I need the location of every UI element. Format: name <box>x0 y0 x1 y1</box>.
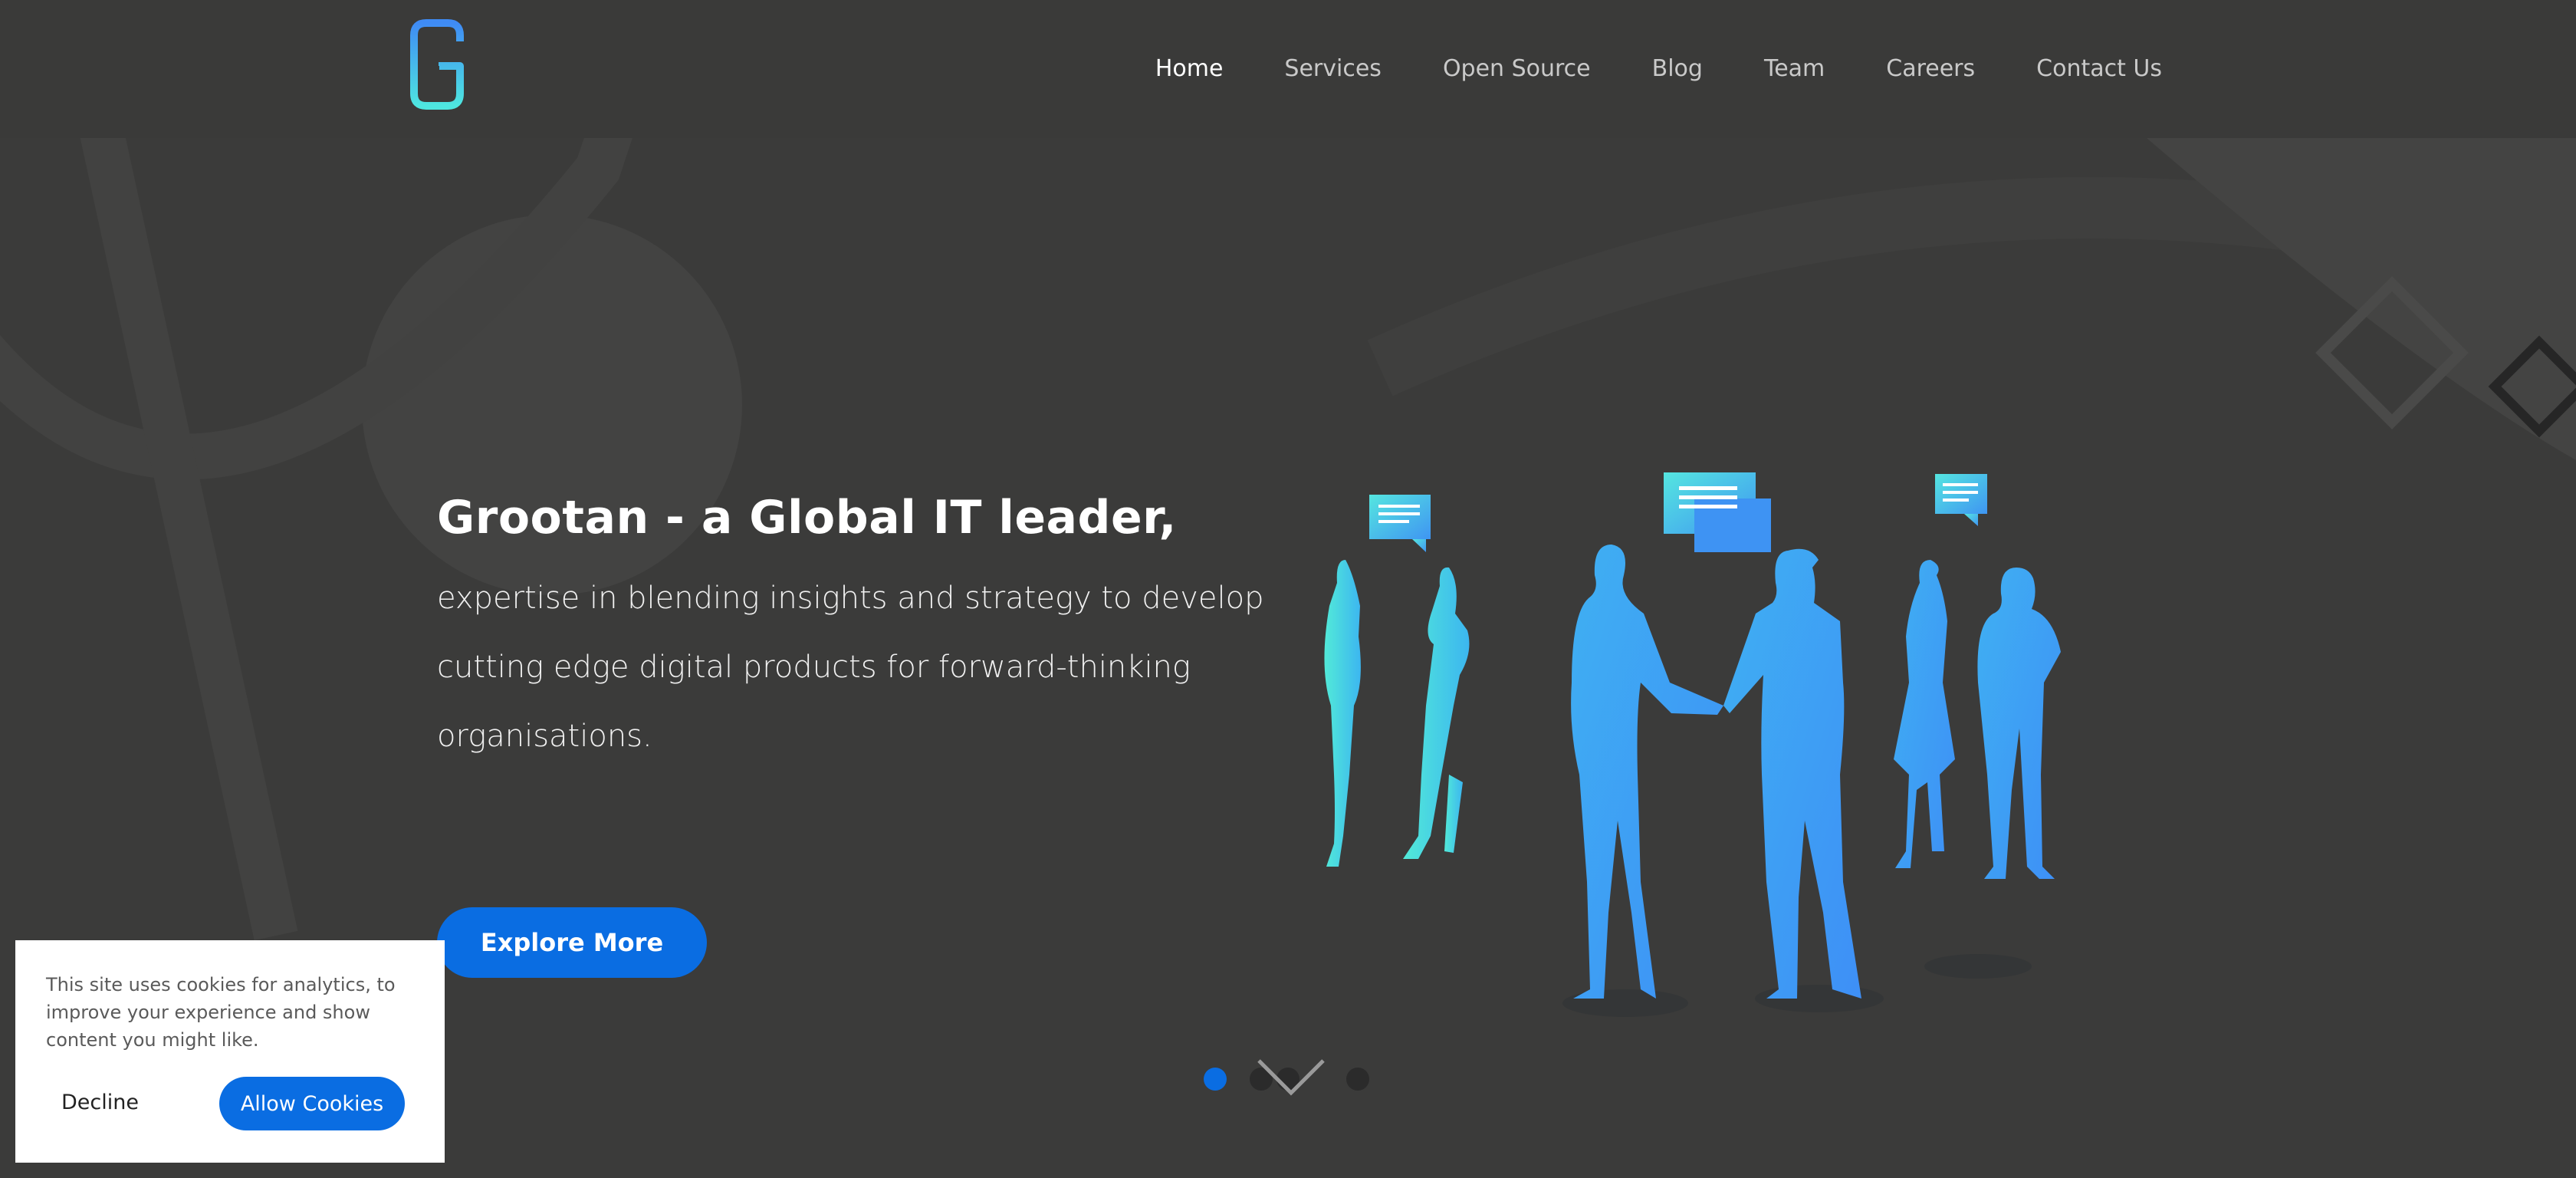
nav-item-services[interactable]: Services <box>1284 48 1382 90</box>
explore-more-button[interactable]: Explore More <box>437 907 707 978</box>
nav-item-contact-us[interactable]: Contact Us <box>2036 48 2162 90</box>
hero-title: Grootan - a Global IT leader, <box>437 491 1177 545</box>
nav-item-careers[interactable]: Careers <box>1886 48 1975 90</box>
site-header: Home Services Open Source Blog Team Care… <box>0 0 2576 138</box>
cookie-message: This site uses cookies for analytics, to… <box>46 974 396 1051</box>
carousel-dot-4[interactable] <box>1346 1068 1369 1091</box>
hero-description-line-3: organisations. <box>437 719 652 754</box>
nav-item-open-source[interactable]: Open Source <box>1443 48 1591 90</box>
cookie-consent-banner: This site uses cookies for analytics, to… <box>15 940 445 1163</box>
nav-item-home[interactable]: Home <box>1155 48 1224 90</box>
hero-description-line-1: expertise in blending insights and strat… <box>437 581 1264 616</box>
allow-cookies-button[interactable]: Allow Cookies <box>219 1077 405 1130</box>
main-nav: Home Services Open Source Blog Team Care… <box>1094 48 2162 90</box>
carousel-dot-1[interactable] <box>1204 1068 1227 1091</box>
chevron-down-icon[interactable] <box>1256 1055 1326 1101</box>
nav-item-team[interactable]: Team <box>1764 48 1825 90</box>
hero-description: expertise in blending insights and strat… <box>437 564 1280 771</box>
team-handshake-illustration <box>1324 472 2061 1017</box>
decline-cookies-button[interactable]: Decline <box>61 1077 184 1127</box>
nav-item-blog[interactable]: Blog <box>1652 48 1703 90</box>
carousel-indicator <box>1204 1055 1388 1116</box>
grootan-logo-icon[interactable] <box>405 18 469 110</box>
hero-description-line-2: cutting edge digital products for forwar… <box>437 650 1191 685</box>
